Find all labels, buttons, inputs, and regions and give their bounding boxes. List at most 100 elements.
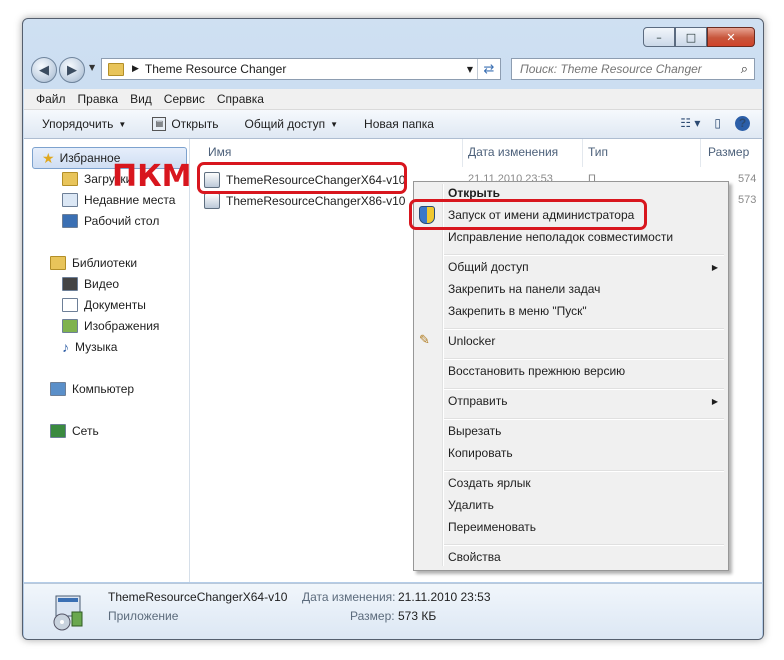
nav-music[interactable]: ♪ Музыка [62, 337, 117, 357]
search-box[interactable]: ⌕ [511, 58, 755, 80]
new-folder-label: Новая папка [364, 117, 434, 131]
menu-item-create-shortcut[interactable]: Создать ярлык [448, 473, 531, 493]
menu-item-restore[interactable]: Восстановить прежнюю версию [448, 361, 625, 381]
nav-label: Изображения [84, 319, 160, 333]
organize-button[interactable]: Упорядочить ▼ [42, 117, 126, 131]
nav-video[interactable]: Видео [62, 274, 119, 294]
nav-label: Недавние места [84, 193, 176, 207]
context-menu: Открыть Запуск от имени администратора И… [413, 181, 729, 571]
file-size: 573 [738, 194, 757, 206]
images-icon [62, 319, 78, 333]
folder-icon [108, 62, 124, 76]
nav-label: Библиотеки [72, 256, 138, 270]
nav-libraries[interactable]: Библиотеки [50, 253, 137, 273]
detail-date-value: 21.11.2010 23:53 [398, 590, 491, 604]
search-icon[interactable]: ⌕ [741, 62, 748, 77]
downloads-icon [62, 172, 78, 186]
menu-item-share[interactable]: Общий доступ [448, 257, 529, 277]
nav-computer[interactable]: Компьютер [50, 379, 134, 399]
minimize-button[interactable]: – [643, 27, 675, 47]
column-header-date[interactable]: Дата изменения [468, 145, 558, 159]
history-dropdown-icon[interactable]: ▼ [89, 63, 95, 72]
address-path[interactable]: Theme Resource Changer [145, 62, 286, 76]
computer-icon [50, 382, 66, 396]
menu-separator [444, 470, 724, 472]
menu-item-cut[interactable]: Вырезать [448, 421, 501, 441]
nav-label: Рабочий стол [84, 214, 160, 228]
address-dropdown-icon[interactable]: ▼ [467, 65, 473, 74]
detail-size-label: Размер: [350, 609, 395, 623]
menu-file[interactable]: Файл [36, 92, 66, 106]
menu-item-rename[interactable]: Переименовать [448, 517, 536, 537]
back-button[interactable]: ◀ [31, 57, 57, 83]
column-header-name[interactable]: Имя [208, 145, 231, 159]
view-controls: ☷ ▾ ▯ ? [666, 116, 750, 131]
preview-pane-icon[interactable]: ▯ [714, 116, 721, 131]
menu-separator [444, 418, 724, 420]
music-icon: ♪ [62, 339, 69, 355]
menu-item-properties[interactable]: Свойства [448, 547, 501, 567]
menu-item-unlocker[interactable]: Unlocker [448, 331, 495, 351]
menu-separator [444, 328, 724, 330]
file-row[interactable]: ThemeResourceChangerX86-v10 [204, 191, 405, 211]
maximize-button[interactable]: □ [675, 27, 707, 47]
detail-file-name: ThemeResourceChangerX64-v10 [108, 590, 288, 604]
menu-item-troubleshoot[interactable]: Исправление неполадок совместимости [448, 227, 673, 247]
menu-item-send-to[interactable]: Отправить [448, 391, 508, 411]
details-pane: ThemeResourceChangerX64-v10 Приложение Д… [24, 583, 762, 639]
menu-separator [444, 388, 724, 390]
open-icon: ▤ [152, 117, 167, 131]
view-options-icon[interactable]: ☷ ▾ [680, 116, 700, 131]
open-label: Открыть [171, 117, 219, 131]
navigation-bar: ◀ ▶ ▼ ▶ Theme Resource Changer ▼ ⇄ ⌕ [31, 57, 755, 83]
share-label: Общий доступ [244, 117, 326, 131]
nav-images[interactable]: Изображения [62, 316, 159, 336]
menu-item-delete[interactable]: Удалить [448, 495, 494, 515]
menu-item-pin-start[interactable]: Закрепить в меню "Пуск" [448, 301, 587, 321]
menu-separator [444, 358, 724, 360]
navigation-pane: ★ Избранное Загрузки Недавние места Рабо… [24, 139, 190, 582]
nav-desktop[interactable]: Рабочий стол [62, 211, 159, 231]
column-separator [700, 139, 701, 167]
installer-icon [204, 193, 220, 209]
column-header-type[interactable]: Тип [588, 145, 608, 159]
application-icon [53, 595, 83, 631]
command-bar: Упорядочить ▼ ▤ Открыть Общий доступ ▼ Н… [24, 110, 762, 139]
star-icon: ★ [42, 149, 55, 166]
menu-tools[interactable]: Сервис [164, 92, 205, 106]
menu-icon-strip [442, 184, 444, 566]
video-icon [62, 277, 78, 291]
new-folder-button[interactable]: Новая папка [364, 117, 434, 131]
forward-button[interactable]: ▶ [59, 57, 85, 83]
nav-network[interactable]: Сеть [50, 421, 99, 441]
file-highlight-frame [197, 162, 407, 194]
chevron-down-icon: ▼ [330, 119, 339, 129]
nav-label: Музыка [75, 340, 118, 354]
menu-item-copy[interactable]: Копировать [448, 443, 513, 463]
submenu-arrow-icon: ▶ [711, 263, 718, 272]
address-bar[interactable]: ▶ Theme Resource Changer ▼ ⇄ [101, 58, 501, 80]
menu-help[interactable]: Справка [217, 92, 264, 106]
menu-separator [444, 254, 724, 256]
search-input[interactable] [518, 61, 722, 77]
help-icon[interactable]: ? [735, 116, 750, 131]
column-separator [462, 139, 463, 167]
menu-separator [444, 544, 724, 546]
nav-documents[interactable]: Документы [62, 295, 146, 315]
chevron-down-icon: ▼ [118, 119, 127, 129]
file-size: 574 [738, 173, 757, 185]
column-header-size[interactable]: Размер [708, 145, 749, 159]
breadcrumb-arrow-icon[interactable]: ▶ [132, 64, 139, 74]
admin-highlight-frame [409, 199, 647, 230]
refresh-icon[interactable]: ⇄ [477, 59, 500, 79]
menu-view[interactable]: Вид [130, 92, 152, 106]
menu-item-pin-taskbar[interactable]: Закрепить на панели задач [448, 279, 600, 299]
file-name: ThemeResourceChangerX86-v10 [226, 194, 406, 208]
share-button[interactable]: Общий доступ ▼ [244, 117, 338, 131]
nav-favorites[interactable]: ★ Избранное [42, 148, 120, 168]
submenu-arrow-icon: ▶ [711, 397, 718, 406]
close-button[interactable]: ✕ [707, 27, 755, 47]
unlocker-wand-icon: ✎ [419, 333, 430, 348]
open-button[interactable]: ▤ Открыть [152, 117, 218, 131]
menu-edit[interactable]: Правка [78, 92, 119, 106]
